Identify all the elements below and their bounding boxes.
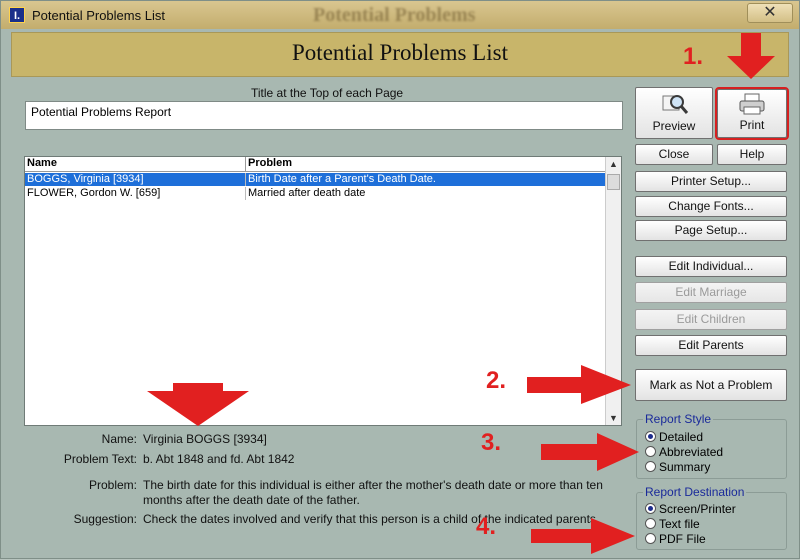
name-label: Name: [101,432,137,446]
annotation-step-1: 1. [683,43,704,70]
problem-text-value: b. Abt 1848 and fd. Abt 1842 [143,452,295,466]
app-icon: I. [9,7,25,23]
help-button[interactable]: Help [717,144,787,165]
row-name: FLOWER, Gordon W. [659] [27,187,161,199]
radio-abbreviated[interactable]: Abbreviated [645,445,723,460]
row-name: BOGGS, Virginia [3934] [27,173,144,185]
edit-marriage-button[interactable]: Edit Marriage [635,282,787,303]
problems-list[interactable]: Name Problem BOGGS, Virginia [3934] Birt… [24,156,622,426]
radio-empty-icon [645,533,656,544]
preview-label: Preview [652,119,696,133]
edit-individual-button[interactable]: Edit Individual... [635,256,787,277]
scroll-down-icon[interactable]: ▼ [609,413,618,423]
row-problem: Birth Date after a Parent's Death Date. [248,173,436,185]
page-setup-button[interactable]: Page Setup... [635,220,787,241]
annotation-step-2: 2. [486,367,507,394]
suggestion-label: Suggestion: [73,512,137,526]
scroll-up-icon[interactable]: ▲ [609,159,618,169]
radio-empty-icon [645,461,656,472]
print-highlight-box [715,87,789,140]
printer-setup-button[interactable]: Printer Setup... [635,171,787,192]
radio-selected-icon [645,431,656,442]
row-problem: Married after death date [248,187,366,199]
list-scrollbar[interactable]: ▲ ▼ [605,157,621,425]
report-style-title: Report Style [643,412,714,426]
report-destination-group: Report Destination Screen/Printer Text f… [636,485,787,550]
window-title: Potential Problems List [32,8,165,23]
radio-empty-icon [645,446,656,457]
close-window-button[interactable]: ✕ [747,3,793,23]
name-value: Virginia BOGGS [3934] [143,432,267,446]
annotation-step-4: 4. [476,513,497,540]
close-button[interactable]: Close [635,144,713,165]
banner-title: Potential Problems List [292,40,508,65]
window-ghost-title: Potential Problems [313,4,476,26]
close-icon: ✕ [763,4,777,21]
edit-children-button[interactable]: Edit Children [635,309,787,330]
page-title-input[interactable]: Potential Problems Report [25,101,623,130]
problem-value-line1: The birth date for this individual is ei… [143,478,603,492]
report-destination-title: Report Destination [643,485,747,499]
title-bar: I. Potential Problems List Potential Pro… [1,1,799,29]
edit-parents-button[interactable]: Edit Parents [635,335,787,356]
radio-summary[interactable]: Summary [645,460,710,475]
problem-text-label: Problem Text: [63,452,137,466]
list-header: Name Problem [25,157,605,172]
page-title-label: Title at the Top of each Page [251,86,404,100]
problem-label: Problem: [88,478,137,492]
scroll-thumb[interactable] [607,174,620,190]
preview-button[interactable]: Preview [635,87,713,139]
preview-magnifier-icon [662,95,689,114]
radio-text-file[interactable]: Text file [645,517,700,532]
table-row[interactable]: BOGGS, Virginia [3934] Birth Date after … [25,173,607,186]
report-style-group: Report Style Detailed Abbreviated Summar… [636,412,787,479]
change-fonts-button[interactable]: Change Fonts... [635,196,787,217]
column-header-name[interactable]: Name [27,157,57,169]
problem-value-line2: months after the death date of the fathe… [143,493,360,507]
radio-empty-icon [645,518,656,529]
radio-screen-printer[interactable]: Screen/Printer [645,502,736,517]
potential-problems-window: I. Potential Problems List Potential Pro… [0,0,800,559]
column-header-problem[interactable]: Problem [248,157,292,169]
header-banner: Potential Problems List [11,32,789,77]
suggestion-value: Check the dates involved and verify that… [143,512,600,526]
arrow-right-icon [541,433,639,471]
mark-not-problem-button[interactable]: Mark as Not a Problem [635,369,787,401]
radio-selected-icon [645,503,656,514]
annotation-step-3: 3. [481,429,502,456]
radio-pdf-file[interactable]: PDF File [645,532,706,547]
radio-detailed[interactable]: Detailed [645,430,703,445]
table-row[interactable]: FLOWER, Gordon W. [659] Married after de… [25,187,607,200]
